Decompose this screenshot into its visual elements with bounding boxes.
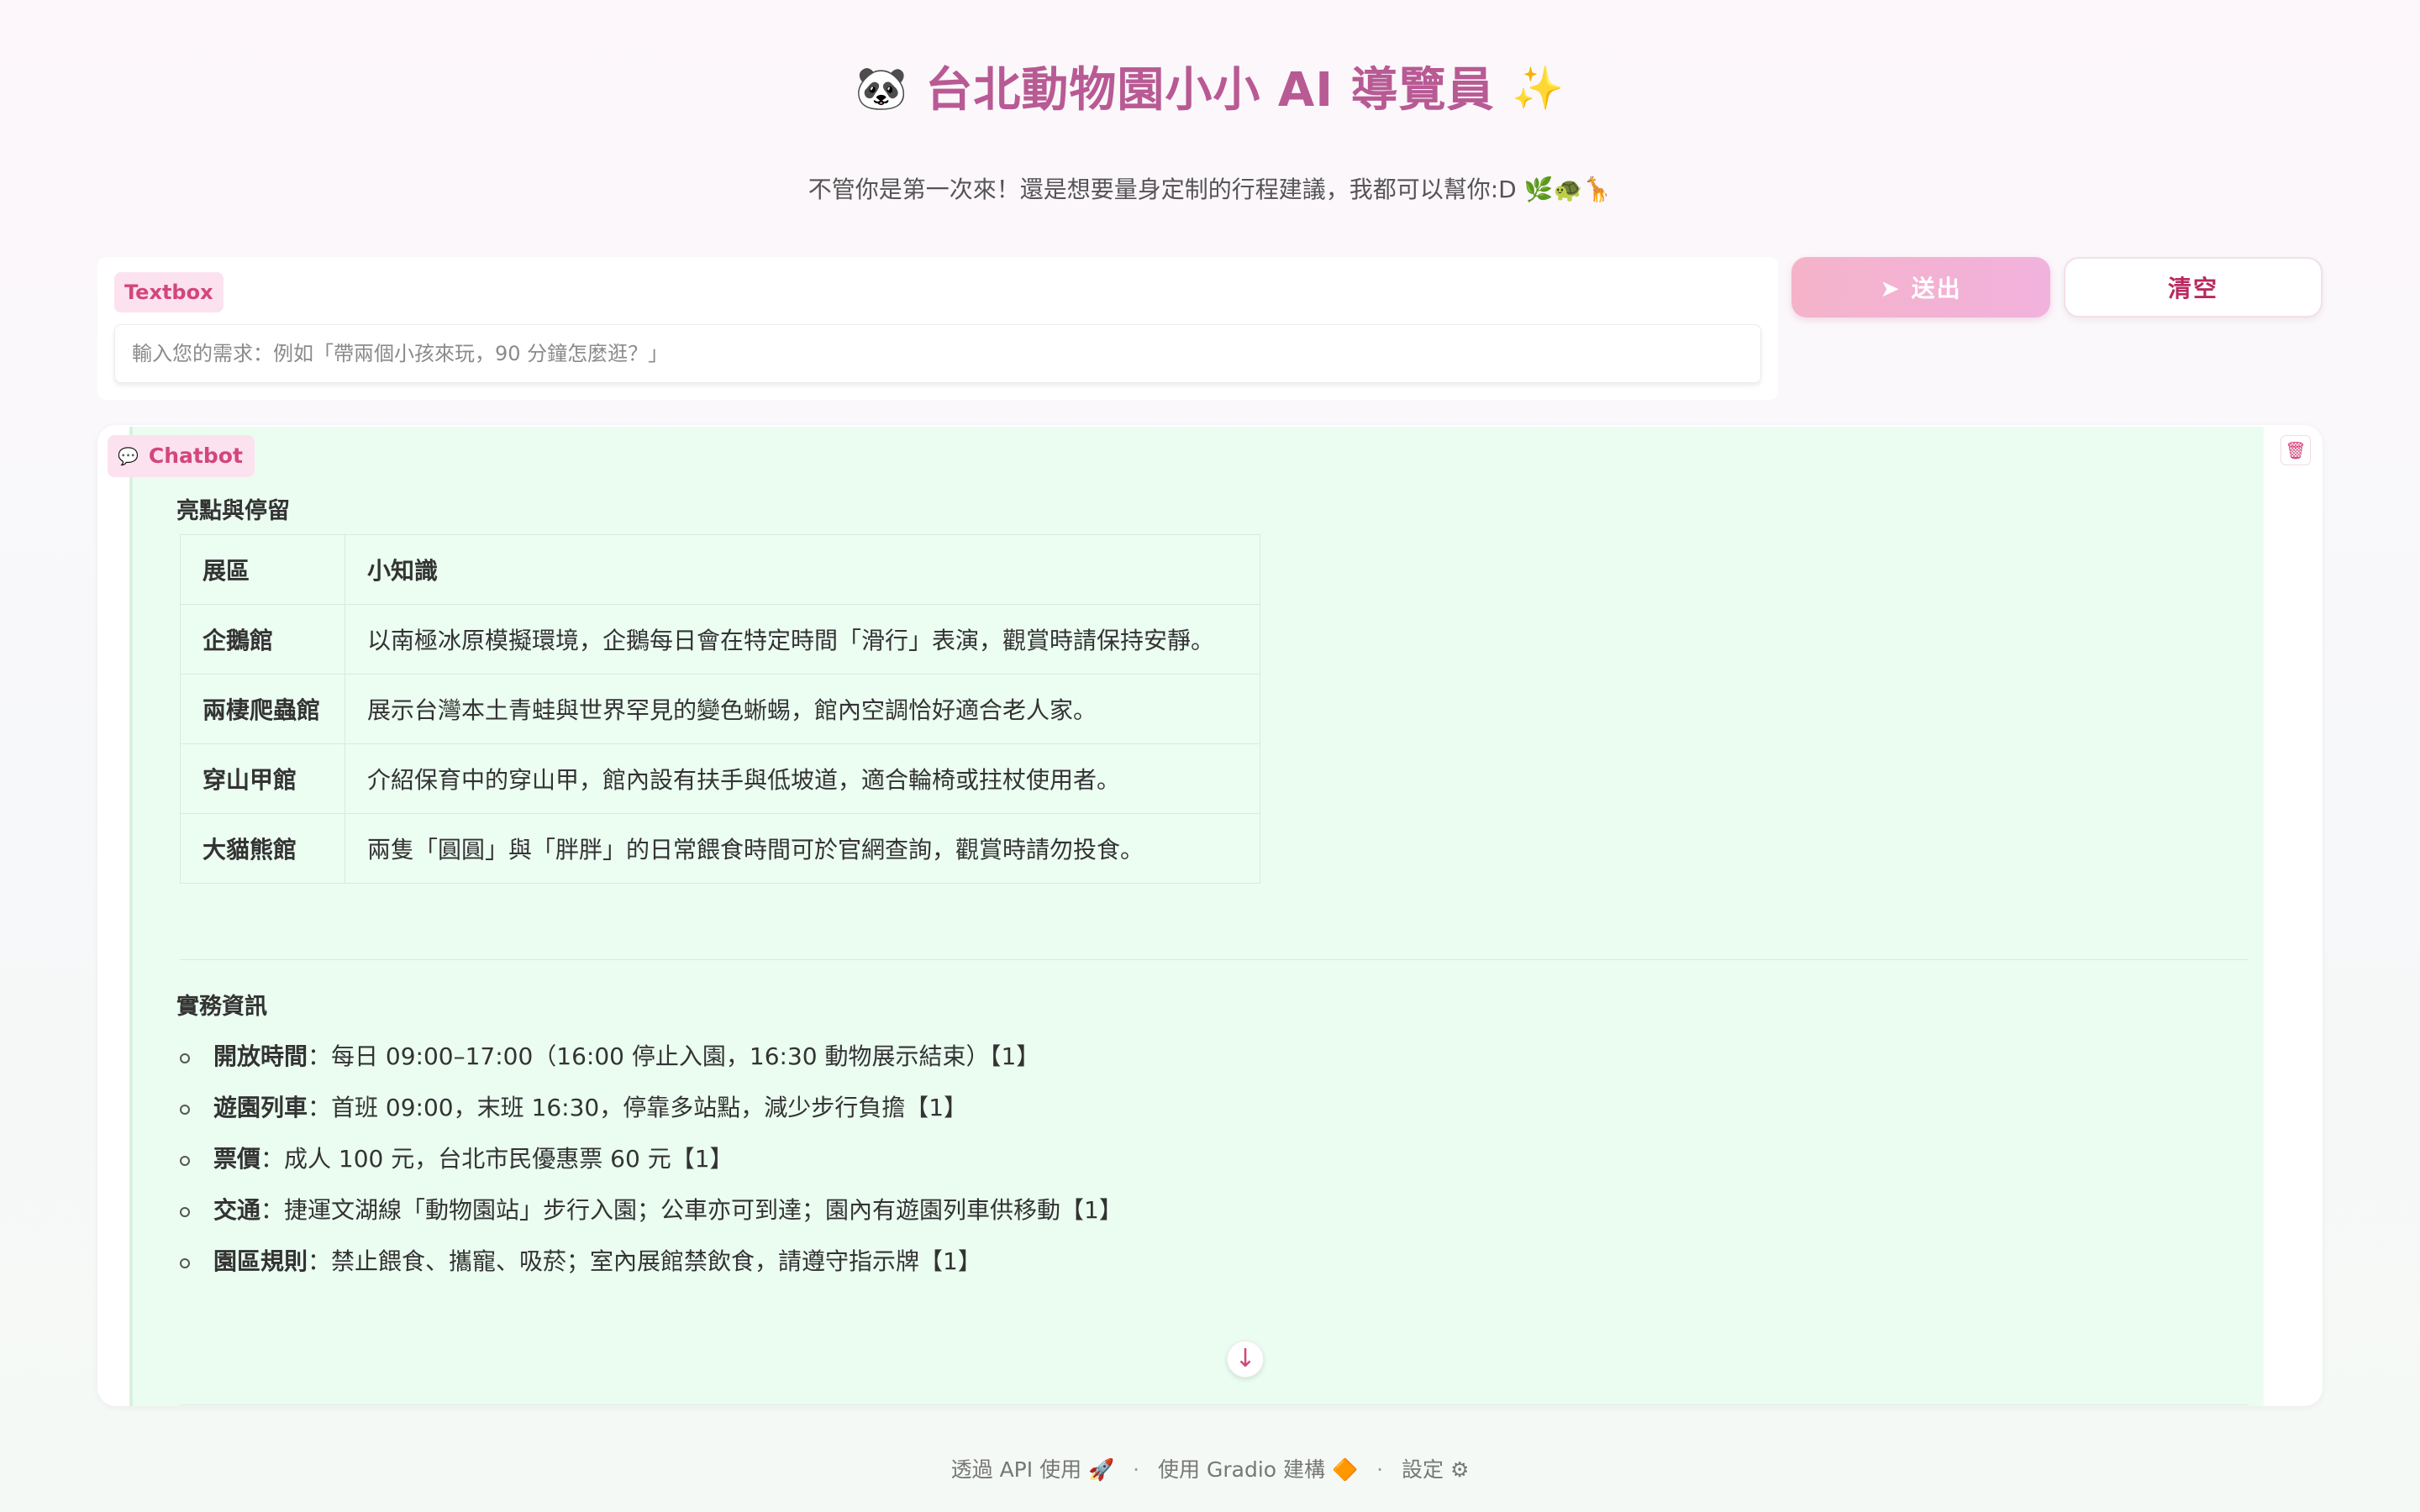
list-item: 票價：成人 100 元，台北市民優惠票 60 元【1】 xyxy=(180,1142,1123,1194)
practical-heading: 實務資訊 xyxy=(176,994,267,1020)
table-header: 展區 xyxy=(180,534,345,605)
item-text: ：每日 09:00–17:00（16:00 停止入園，16:30 動物展示結束）… xyxy=(308,1042,1040,1070)
page-title: 🐼 台北動物園小小 AI 導覽員 ✨ xyxy=(0,52,2420,120)
textbox-label: Textbox xyxy=(114,272,224,312)
table-row: 企鵝館 以南極冰原模擬環境，企鵝每日會在特定時間「滑行」表演，觀賞時請保持安靜。 xyxy=(180,604,1260,675)
list-item: 遊園列車：首班 09:00，末班 16:30，停靠多站點，減少步行負擔【1】 xyxy=(180,1091,1123,1142)
trash-icon[interactable]: 🗑 xyxy=(2281,435,2311,465)
settings-link[interactable]: 設定 ⚙ xyxy=(1402,1453,1469,1483)
chatbot-label: 💬 Chatbot xyxy=(108,435,255,477)
gear-icon: ⚙ xyxy=(1449,1457,1470,1482)
gradio-link-text: 使用 Gradio 建構 xyxy=(1158,1457,1326,1482)
table-header: 小知識 xyxy=(345,534,1260,605)
footer: 透過 API 使用 🚀 · 使用 Gradio 建構 🔶 · 設定 ⚙ xyxy=(0,1453,2420,1483)
title-text: 台北動物園小小 AI 導覽員 xyxy=(925,63,1495,118)
table-header-row: 展區 小知識 xyxy=(180,534,1260,605)
item-key: 交通 xyxy=(213,1196,261,1224)
table-row: 兩棲爬蟲館 展示台灣本土青蛙與世界罕見的變色蜥蜴，館內空調恰好適合老人家。 xyxy=(180,674,1260,744)
rocket-icon: 🚀 xyxy=(1088,1457,1115,1482)
app-page: 🐼 台北動物園小小 AI 導覽員 ✨ 不管你是第一次來！還是想要量身定制的行程建… xyxy=(0,0,2420,1512)
message-input[interactable] xyxy=(114,324,1761,383)
table-cell: 企鵝館 xyxy=(180,604,345,675)
divider xyxy=(180,959,2249,960)
separator: · xyxy=(1133,1457,1140,1482)
clear-button[interactable]: 清空 xyxy=(2064,257,2323,318)
practical-list: 開放時間：每日 09:00–17:00（16:00 停止入園，16:30 動物展… xyxy=(180,1040,1123,1296)
chatbot-label-text: Chatbot xyxy=(148,444,243,468)
table-cell: 展示台灣本土青蛙與世界罕見的變色蜥蜴，館內空調恰好適合老人家。 xyxy=(345,674,1260,744)
page-subtitle: 不管你是第一次來！還是想要量身定制的行程建議，我都可以幫你:D 🌿🐢🦒 xyxy=(808,176,1612,203)
exhibit-table: 展區 小知識 企鵝館 以南極冰原模擬環境，企鵝每日會在特定時間「滑行」表演，觀賞… xyxy=(180,534,1260,884)
highlights-heading: 亮點與停留 xyxy=(176,498,290,524)
table-cell: 穿山甲館 xyxy=(180,743,345,814)
gradio-logo-icon: 🔶 xyxy=(1331,1457,1359,1482)
item-key: 遊園列車 xyxy=(213,1094,308,1121)
table-row: 大貓熊館 兩隻「圓圓」與「胖胖」的日常餵食時間可於官網查詢，觀賞時請勿投食。 xyxy=(180,813,1260,884)
divider xyxy=(180,1404,2249,1405)
list-item: 園區規則：禁止餵食、攜寵、吸菸；室內展館禁飲食，請遵守指示牌【1】 xyxy=(180,1245,1123,1296)
item-text: ：首班 09:00，末班 16:30，停靠多站點，減少步行負擔【1】 xyxy=(308,1094,968,1121)
table-cell: 介紹保育中的穿山甲，館內設有扶手與低坡道，適合輪椅或拄杖使用者。 xyxy=(345,743,1260,814)
chatbot-panel: 💬 Chatbot 🗑 亮點與停留 展區 小知識 企鵝館 以南極冰原模擬環境，企… xyxy=(97,425,2323,1406)
chat-icon: 💬 xyxy=(118,446,139,466)
gradio-link[interactable]: 使用 Gradio 建構 🔶 xyxy=(1158,1453,1358,1483)
table-cell: 大貓熊館 xyxy=(180,813,345,884)
bot-message: 亮點與停留 展區 小知識 企鵝館 以南極冰原模擬環境，企鵝每日會在特定時間「滑行… xyxy=(129,427,2264,1406)
sparkle-icon: ✨ xyxy=(1512,64,1565,113)
item-text: ：成人 100 元，台北市民優惠票 60 元【1】 xyxy=(260,1145,734,1173)
table-cell: 兩隻「圓圓」與「胖胖」的日常餵食時間可於官網查詢，觀賞時請勿投食。 xyxy=(345,813,1260,884)
item-text: ：禁止餵食、攜寵、吸菸；室內展館禁飲食，請遵守指示牌【1】 xyxy=(308,1247,981,1275)
item-text: ：捷運文湖線「動物園站」步行入園；公車亦可到達；園內有遊園列車供移動【1】 xyxy=(260,1196,1123,1224)
panda-icon: 🐼 xyxy=(855,64,908,113)
api-link[interactable]: 透過 API 使用 🚀 xyxy=(951,1453,1115,1483)
textbox-block: Textbox xyxy=(97,257,1778,400)
scroll-down-icon[interactable]: ↓ xyxy=(1227,1341,1264,1378)
table-row: 穿山甲館 介紹保育中的穿山甲，館內設有扶手與低坡道，適合輪椅或拄杖使用者。 xyxy=(180,743,1260,814)
item-key: 園區規則 xyxy=(213,1247,308,1275)
settings-link-text: 設定 xyxy=(1401,1457,1444,1482)
list-item: 交通：捷運文湖線「動物園站」步行入園；公車亦可到達；園內有遊園列車供移動【1】 xyxy=(180,1194,1123,1245)
item-key: 開放時間 xyxy=(213,1042,308,1070)
item-key: 票價 xyxy=(213,1145,261,1173)
list-item: 開放時間：每日 09:00–17:00（16:00 停止入園，16:30 動物展… xyxy=(180,1040,1123,1091)
separator: · xyxy=(1376,1457,1384,1482)
table-cell: 以南極冰原模擬環境，企鵝每日會在特定時間「滑行」表演，觀賞時請保持安靜。 xyxy=(345,604,1260,675)
send-button[interactable]: ➤ 送出 xyxy=(1791,257,2050,318)
api-link-text: 透過 API 使用 xyxy=(950,1457,1082,1482)
table-cell: 兩棲爬蟲館 xyxy=(180,674,345,744)
